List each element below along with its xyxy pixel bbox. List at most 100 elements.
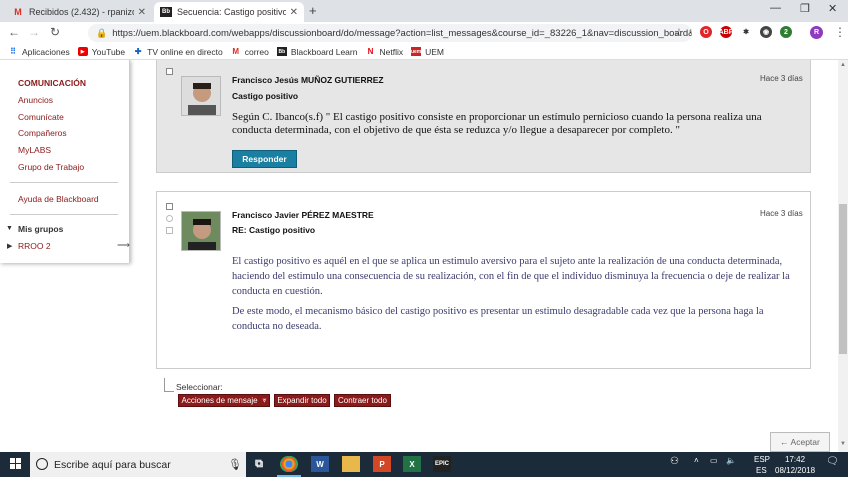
chrome-icon[interactable]	[280, 456, 298, 472]
message-paragraph: El castigo positivo es aquél en el que s…	[232, 256, 790, 297]
notification-icon[interactable]: 🗨	[826, 456, 839, 467]
message-subject: RE: Castigo positivo	[232, 225, 316, 235]
language-sub: ES	[756, 466, 767, 475]
excel-icon[interactable]: X	[403, 456, 421, 472]
uem-icon: uem	[410, 47, 422, 56]
person-icon	[182, 77, 220, 115]
maximize-icon[interactable]: ❐	[800, 2, 810, 15]
message-actions-button[interactable]: Acciones de mensaje ⩔	[178, 394, 270, 407]
sidebar-item-comunicate[interactable]: Comunícate	[18, 112, 64, 122]
youtube-icon: ▶	[77, 47, 88, 56]
netflix-icon: N	[367, 47, 374, 56]
extension-icon[interactable]: ◉	[760, 26, 772, 38]
bookmark-apps[interactable]: ⠿ Aplicaciones	[8, 47, 70, 57]
tab-bar: M Recibidos (2.432) - rpanizoa@gm ✕ Bb S…	[0, 0, 848, 22]
sidebar-item-anuncios[interactable]: Anuncios	[18, 95, 53, 105]
minimize-icon[interactable]: —	[770, 2, 781, 14]
select-arrow-icon	[164, 378, 174, 392]
new-tab-icon[interactable]: +	[309, 3, 317, 18]
tab-gmail[interactable]: M Recibidos (2.432) - rpanizoa@gm ✕	[6, 2, 152, 22]
apps-grid-icon: ⠿	[10, 47, 16, 56]
star-icon[interactable]: ☆	[674, 26, 684, 39]
chevron-up-icon[interactable]: ˄	[694, 456, 699, 465]
blackboard-icon: Bb	[160, 7, 172, 17]
opera-icon[interactable]: O	[700, 26, 712, 38]
gmail-icon: M	[14, 7, 22, 17]
sidebar-item-mylabs[interactable]: MyLABS	[18, 145, 51, 155]
message-date: Hace 3 días	[760, 209, 803, 218]
close-icon[interactable]: ✕	[138, 7, 146, 18]
bookmark-correo[interactable]: Mcorreo	[231, 47, 268, 57]
bookmark-uem[interactable]: uem UEM	[411, 47, 444, 57]
bookmark-tv[interactable]: ✚ TV online en directo	[133, 47, 223, 57]
button-label: Acciones de mensaje	[181, 396, 258, 405]
avatar	[181, 76, 221, 116]
forward-icon[interactable]: →	[28, 25, 40, 39]
my-groups-heading[interactable]: Mis grupos	[18, 224, 63, 234]
tab-title: Secuencia: Castigo positivo – Dis	[177, 7, 286, 17]
message-card: Francisco Jesús MUÑOZ GUTIERREZ Castigo …	[156, 60, 811, 173]
sidebar-item-ayuda[interactable]: Ayuda de Blackboard	[18, 194, 99, 204]
network-icon[interactable]: ▭	[710, 456, 718, 465]
cortana-icon	[36, 458, 48, 470]
microphone-icon[interactable]: 🎙	[228, 458, 242, 471]
scrollbar[interactable]: ▲ ▼	[838, 60, 848, 452]
bookmark-blackboard[interactable]: Bb Blackboard Learn	[276, 47, 357, 57]
bookmark-netflix[interactable]: N Netflix	[365, 47, 404, 57]
reload-icon[interactable]: ↻	[50, 25, 60, 39]
language-indicator[interactable]: ESP	[754, 455, 770, 464]
arrow-right-icon[interactable]: ⟶	[117, 240, 130, 251]
word-icon[interactable]: W	[311, 456, 329, 472]
accept-button[interactable]: ← Aceptar	[770, 432, 830, 452]
message-body: El castigo positivo es aquél en el que s…	[232, 254, 802, 339]
url-text: https://uem.blackboard.com/webapps/discu…	[112, 27, 692, 39]
bookmark-youtube[interactable]: ▶ YouTube	[77, 46, 126, 57]
profile-avatar[interactable]: R	[810, 26, 823, 39]
task-view-icon[interactable]: ⧉	[250, 456, 268, 472]
close-icon[interactable]: ✕	[290, 7, 298, 18]
bookmarks-bar: ⠿ Aplicaciones ▶ YouTube ✚ TV online en dir…	[0, 44, 848, 60]
scroll-up-icon[interactable]: ▲	[840, 62, 846, 68]
collapse-icon[interactable]: ▼	[6, 225, 13, 232]
powerpoint-icon[interactable]: P	[373, 456, 391, 472]
divider	[10, 214, 118, 215]
sidebar-item-group[interactable]: RROO 2	[18, 241, 51, 251]
message-date: Hace 3 días	[760, 74, 803, 83]
volume-icon[interactable]: 🔈	[726, 456, 736, 465]
sidebar-item-companeros[interactable]: Compañeros	[18, 128, 67, 138]
blackboard-icon: Bb	[276, 47, 287, 56]
message-author: Francisco Javier PÉREZ MAESTRE	[232, 210, 374, 220]
tab-blackboard[interactable]: Bb Secuencia: Castigo positivo – Dis ✕	[154, 2, 304, 22]
collapse-all-button[interactable]: Contraer todo	[334, 394, 391, 407]
url-field[interactable]: 🔒 https://uem.blackboard.com/webapps/dis…	[88, 24, 692, 42]
file-explorer-icon[interactable]	[342, 456, 360, 472]
flag-icon[interactable]	[166, 227, 173, 234]
avatar	[181, 211, 221, 251]
menu-icon[interactable]: ⋮	[834, 25, 846, 39]
back-icon[interactable]: ←	[8, 25, 20, 39]
epic-games-icon[interactable]: EPIC	[433, 456, 451, 472]
scrollbar-thumb[interactable]	[839, 204, 847, 354]
bookmark-label: YouTube	[91, 46, 126, 57]
reply-button[interactable]: Responder	[232, 150, 297, 168]
message-checkbox[interactable]	[166, 203, 173, 210]
clock-time[interactable]: 17:42	[785, 455, 805, 464]
adblock-icon[interactable]: ABP	[719, 26, 733, 38]
extension-icon[interactable]: 2	[780, 26, 792, 38]
windows-start-icon[interactable]	[10, 458, 22, 470]
expand-icon[interactable]: ▶	[7, 242, 12, 250]
clock-date[interactable]: 08/12/2018	[775, 466, 815, 475]
course-sidebar: COMUNICACIÓN Anuncios Comunícate Compañe…	[0, 60, 130, 263]
double-chevron-down-icon: ⩔	[262, 396, 267, 404]
taskbar-search[interactable]: Escribe aquí para buscar 🎙	[30, 452, 246, 477]
radio-icon[interactable]	[166, 215, 173, 222]
people-icon[interactable]: ⚇	[670, 456, 679, 467]
search-placeholder: Escribe aquí para buscar	[54, 458, 171, 471]
scroll-down-icon[interactable]: ▼	[840, 441, 846, 447]
message-checkbox[interactable]	[166, 68, 173, 75]
sidebar-item-grupo-trabajo[interactable]: Grupo de Trabajo	[18, 162, 84, 172]
message-card: Francisco Javier PÉREZ MAESTRE RE: Casti…	[156, 191, 811, 369]
expand-all-button[interactable]: Expandir todo	[274, 394, 330, 407]
extension-icon[interactable]: ✱	[740, 26, 752, 38]
close-window-icon[interactable]: ✕	[828, 2, 837, 15]
